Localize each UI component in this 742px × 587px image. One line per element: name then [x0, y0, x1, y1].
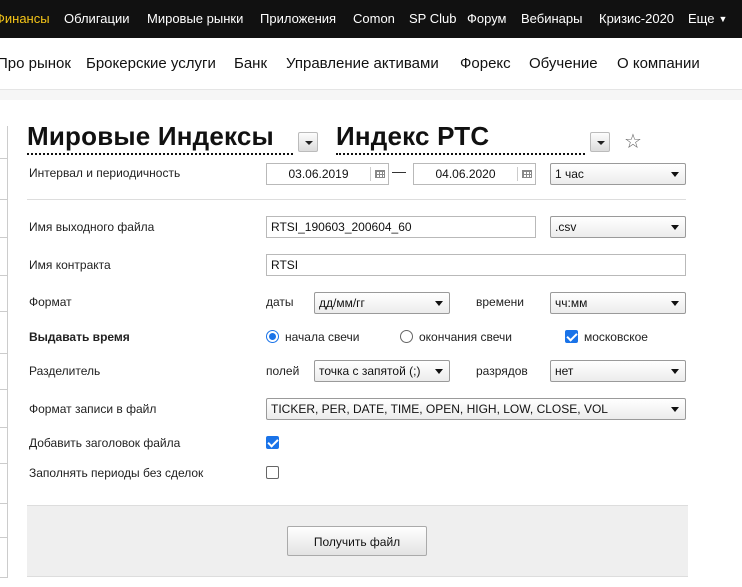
separator-label: Разделитель	[29, 364, 101, 378]
chevron-down-icon	[435, 369, 443, 374]
interval-label: Интервал и периодичность	[29, 166, 181, 180]
market-title[interactable]: Мировые Индексы	[27, 121, 274, 152]
record-format-select[interactable]: TICKER, PER, DATE, TIME, OPEN, HIGH, LOW…	[266, 398, 686, 420]
top-nav-item-finance[interactable]: Финансы	[0, 11, 50, 26]
field-separator-value: точка с запятой (;)	[319, 364, 421, 378]
time-output-label: Выдавать время	[29, 330, 130, 344]
top-nav-item-comon[interactable]: Comon	[353, 11, 395, 26]
date-format-select[interactable]: дд/мм/гг	[314, 292, 450, 314]
date-to-value: 04.06.2020	[435, 167, 496, 181]
date-from-value: 03.06.2019	[288, 167, 349, 181]
chevron-down-icon	[671, 225, 679, 230]
main-nav-item-bank[interactable]: Банк	[234, 55, 267, 72]
main-nav-item-market[interactable]: Про рынок	[0, 55, 71, 72]
top-nav-item-forum[interactable]: Форум	[467, 11, 507, 26]
left-rail	[0, 126, 8, 578]
period-value: 1 час	[555, 167, 584, 181]
candle-end-radio[interactable]	[400, 330, 413, 343]
file-extension-value: .csv	[555, 220, 577, 234]
section-divider	[27, 199, 686, 200]
main-nav-item-asset-management[interactable]: Управление активами	[286, 55, 439, 72]
chevron-down-icon	[671, 301, 679, 306]
date-from-input[interactable]: 03.06.2019	[266, 163, 389, 185]
record-format-label: Формат записи в файл	[29, 402, 157, 416]
nav-separator	[0, 90, 742, 100]
contract-label: Имя контракта	[29, 258, 111, 272]
date-range-dash	[392, 172, 406, 173]
market-dropdown-button[interactable]	[298, 132, 318, 152]
fill-periods-checkbox[interactable]	[266, 466, 279, 479]
get-file-button[interactable]: Получить файл	[287, 526, 427, 556]
candle-start-radio[interactable]	[266, 330, 279, 343]
date-to-input[interactable]: 04.06.2020	[413, 163, 536, 185]
digit-separator-label: разрядов	[476, 364, 528, 378]
file-extension-select[interactable]: .csv	[550, 216, 686, 238]
main-nav-item-forex[interactable]: Форекс	[460, 55, 511, 72]
top-nav-item-sp-club[interactable]: SP Club	[409, 11, 456, 26]
chevron-down-icon	[671, 172, 679, 177]
chevron-down-icon	[671, 369, 679, 374]
calendar-icon[interactable]	[517, 167, 533, 181]
record-format-value: TICKER, PER, DATE, TIME, OPEN, HIGH, LOW…	[271, 402, 608, 416]
chevron-down-icon: ▼	[718, 14, 728, 24]
output-file-label: Имя выходного файла	[29, 220, 155, 234]
date-format-label: даты	[266, 295, 294, 309]
date-format-value: дд/мм/гг	[319, 296, 365, 310]
output-file-input[interactable]: RTSI_190603_200604_60	[266, 216, 536, 238]
top-nav-item-bonds[interactable]: Облигации	[64, 11, 129, 26]
field-separator-label: полей	[266, 364, 300, 378]
main-nav-item-about[interactable]: О компании	[617, 55, 700, 72]
top-nav-item-webinars[interactable]: Вебинары	[521, 11, 582, 26]
chevron-down-icon	[671, 407, 679, 412]
period-select[interactable]: 1 час	[550, 163, 686, 185]
moscow-time-label[interactable]: московское	[584, 330, 648, 344]
main-nav: Про рынок Брокерские услуги Банк Управле…	[0, 38, 742, 90]
top-nav-item-apps[interactable]: Приложения	[260, 11, 336, 26]
top-nav-item-world-markets[interactable]: Мировые рынки	[147, 11, 243, 26]
market-title-underline	[27, 153, 293, 155]
main-nav-item-brokerage[interactable]: Брокерские услуги	[86, 55, 216, 72]
chevron-down-icon	[305, 141, 313, 145]
candle-end-label[interactable]: окончания свечи	[419, 330, 512, 344]
chevron-down-icon	[597, 141, 605, 145]
add-header-label: Добавить заголовок файла	[29, 436, 181, 450]
instrument-dropdown-button[interactable]	[590, 132, 610, 152]
digit-separator-value: нет	[555, 364, 574, 378]
time-format-label: времени	[476, 295, 524, 309]
instrument-title-underline	[336, 153, 585, 155]
digit-separator-select[interactable]: нет	[550, 360, 686, 382]
field-separator-select[interactable]: точка с запятой (;)	[314, 360, 450, 382]
chevron-down-icon	[435, 301, 443, 306]
candle-start-label[interactable]: начала свечи	[285, 330, 359, 344]
calendar-icon[interactable]	[370, 167, 386, 181]
format-label: Формат	[29, 295, 72, 309]
time-format-value: чч:мм	[555, 296, 588, 310]
time-format-select[interactable]: чч:мм	[550, 292, 686, 314]
top-nav-item-crisis[interactable]: Кризис-2020	[599, 11, 674, 26]
contract-input[interactable]: RTSI	[266, 254, 686, 276]
top-nav-bar: Финансы Облигации Мировые рынки Приложен…	[0, 0, 742, 38]
top-nav-item-more[interactable]: Еще ▼	[688, 11, 727, 26]
add-header-checkbox[interactable]	[266, 436, 279, 449]
instrument-title[interactable]: Индекс РТС	[336, 121, 489, 152]
star-icon[interactable]: ☆	[624, 129, 642, 154]
moscow-time-checkbox[interactable]	[565, 330, 578, 343]
fill-periods-label: Заполнять периоды без сделок	[29, 466, 204, 480]
main-nav-item-education[interactable]: Обучение	[529, 55, 598, 72]
more-label: Еще	[688, 11, 715, 26]
